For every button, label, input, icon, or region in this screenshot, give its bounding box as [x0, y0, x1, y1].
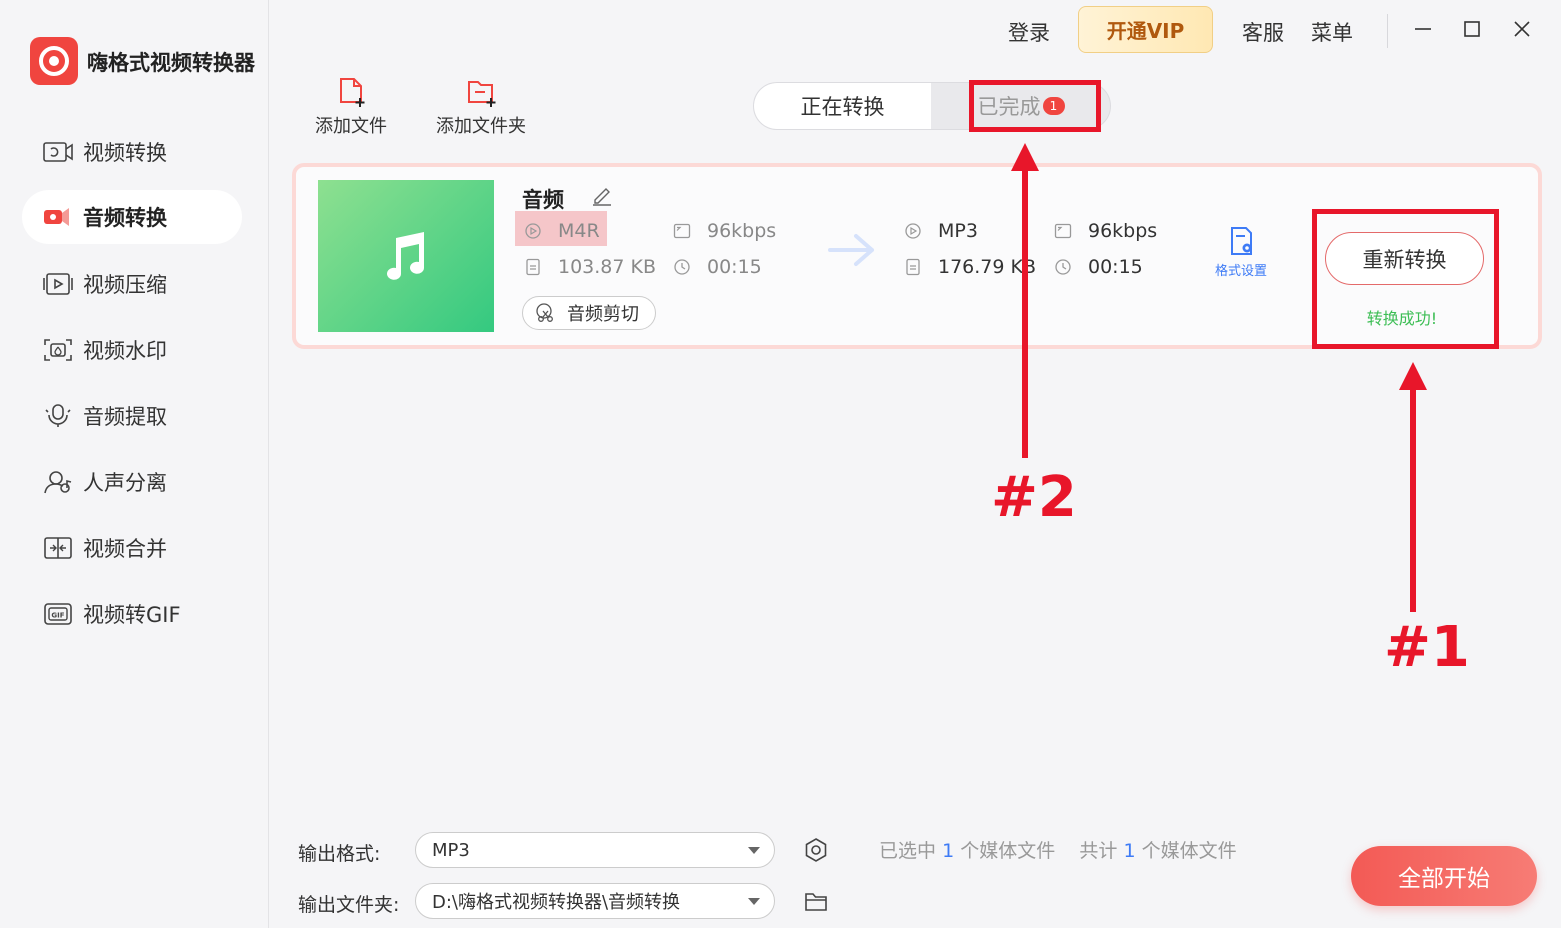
menu-link[interactable]: 菜单 [1311, 17, 1353, 47]
sidebar-item-video-convert[interactable]: 视频转换 [22, 125, 242, 179]
disc-icon [525, 223, 541, 239]
audio-clip-button[interactable]: 音频剪切 [522, 296, 656, 330]
svg-text:GIF: GIF [51, 612, 64, 620]
login-link[interactable]: 登录 [1008, 17, 1050, 47]
sidebar-item-audio-extract[interactable]: 音频提取 [22, 389, 242, 443]
sidebar-item-label: 音频提取 [83, 405, 167, 429]
sidebar-item-label: 视频转GIF [83, 603, 181, 627]
edit-name-icon[interactable] [591, 184, 613, 206]
start-all-button[interactable]: 全部开始 [1351, 846, 1537, 906]
open-folder-button[interactable] [803, 889, 829, 915]
resolution-icon [673, 223, 691, 239]
sidebar-item-label: 人声分离 [83, 471, 167, 495]
format-settings-gear-button[interactable] [803, 837, 829, 863]
chevron-down-icon [748, 898, 760, 905]
annotation-box-2 [969, 80, 1101, 132]
add-file-label: 添加文件 [315, 116, 387, 137]
sidebar-item-video-watermark[interactable]: 视频水印 [22, 323, 242, 377]
source-duration: 00:15 [673, 256, 762, 278]
service-link[interactable]: 客服 [1242, 17, 1284, 47]
video-watermark-icon [43, 338, 73, 362]
audio-convert-icon [43, 205, 73, 229]
source-format: M4R [524, 220, 600, 242]
file-stats: 已选中 1 个媒体文件 共计 1 个媒体文件 [879, 840, 1237, 862]
sidebar-item-label: 视频压缩 [83, 273, 167, 297]
scissors-icon [536, 303, 553, 322]
minimize-button[interactable] [1408, 14, 1438, 44]
video-convert-icon [43, 140, 73, 164]
source-bitrate: 96kbps [673, 220, 776, 242]
add-file-button[interactable]: 添加文件 [315, 76, 387, 138]
format-settings-button[interactable]: 格式设置 [1210, 225, 1272, 279]
file-size-icon [526, 258, 540, 276]
sidebar-item-label: 视频转换 [83, 141, 167, 165]
sidebar-item-label: 音频转换 [83, 206, 167, 230]
file-name: 音频 [522, 188, 564, 212]
sidebar-item-audio-convert[interactable]: 音频转换 [22, 190, 242, 244]
target-format: MP3 [904, 220, 978, 242]
annotation-label-1: #1 [1384, 615, 1470, 680]
close-button[interactable] [1507, 14, 1537, 44]
add-file-icon [340, 78, 365, 107]
close-icon [1514, 21, 1530, 37]
target-duration: 00:15 [1054, 256, 1143, 278]
resolution-icon [1054, 223, 1072, 239]
video-merge-icon [43, 536, 73, 560]
target-size: 176.79 KB [904, 256, 1036, 278]
sidebar-item-vocal-separation[interactable]: 人声分离 [22, 455, 242, 509]
maximize-icon [1464, 21, 1480, 37]
vip-button[interactable]: 开通VIP [1078, 6, 1213, 53]
music-note-icon [387, 232, 424, 280]
add-folder-icon [468, 81, 496, 107]
vocal-separation-icon [43, 470, 73, 494]
sidebar-item-video-gif[interactable]: GIF 视频转GIF [22, 587, 242, 641]
sidebar-item-label: 视频合并 [83, 537, 167, 561]
chevron-down-icon [748, 847, 760, 854]
sidebar-item-label: 视频水印 [83, 339, 167, 363]
output-format-label: 输出格式: [298, 843, 381, 865]
clock-icon [674, 259, 690, 275]
add-folder-button[interactable]: 添加文件夹 [436, 76, 526, 138]
sidebar-item-video-compress[interactable]: 视频压缩 [22, 257, 242, 311]
top-separator [1387, 14, 1388, 48]
disc-icon [905, 223, 921, 239]
file-size-icon [906, 258, 920, 276]
format-settings-icon [1231, 227, 1252, 255]
app-logo [30, 37, 78, 85]
app-title: 嗨格式视频转换器 [87, 51, 255, 75]
gear-icon [805, 838, 827, 862]
video-gif-icon: GIF [43, 602, 73, 626]
annotation-box-1 [1312, 209, 1499, 349]
minimize-icon [1415, 28, 1431, 30]
output-format-select[interactable]: MP3 [415, 832, 775, 868]
tab-converting[interactable]: 正在转换 [754, 83, 931, 129]
maximize-button[interactable] [1457, 14, 1487, 44]
output-folder-select[interactable]: D:\嗨格式视频转换器\音频转换 [415, 883, 775, 919]
folder-icon [805, 893, 827, 911]
output-folder-label: 输出文件夹: [298, 894, 400, 916]
sidebar-item-video-merge[interactable]: 视频合并 [22, 521, 242, 575]
source-size: 103.87 KB [524, 256, 656, 278]
video-compress-icon [43, 272, 73, 296]
add-folder-label: 添加文件夹 [436, 116, 526, 137]
target-bitrate: 96kbps [1054, 220, 1157, 242]
sidebar: 嗨格式视频转换器 视频转换 音频转换 视频压缩 视频水印 音频提取 人声分离 视… [0, 0, 269, 928]
audio-extract-icon [43, 404, 73, 428]
clock-icon [1055, 259, 1071, 275]
annotation-label-2: #2 [991, 465, 1077, 530]
convert-arrow-icon [828, 234, 874, 266]
audio-thumbnail [318, 180, 494, 332]
